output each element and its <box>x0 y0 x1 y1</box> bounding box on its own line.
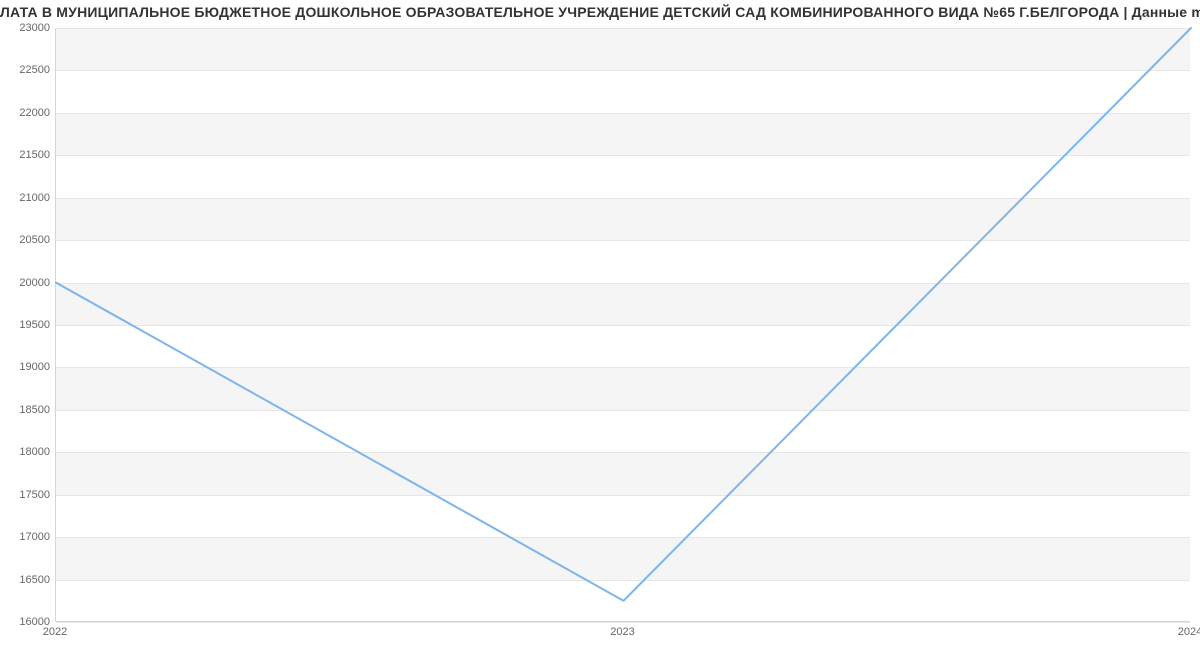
y-axis-tick: 17500 <box>6 489 50 501</box>
y-axis-tick: 19500 <box>6 319 50 331</box>
y-axis-tick: 22500 <box>6 64 50 76</box>
y-axis-tick: 21500 <box>6 149 50 161</box>
y-axis-tick: 17000 <box>6 531 50 543</box>
y-axis-tick: 21000 <box>6 192 50 204</box>
y-axis-tick: 22000 <box>6 107 50 119</box>
y-axis-tick: 20000 <box>6 277 50 289</box>
y-axis-tick: 20500 <box>6 234 50 246</box>
x-axis-tick: 2022 <box>43 626 67 638</box>
y-axis-tick: 23000 <box>6 22 50 34</box>
x-axis-tick: 2024 <box>1178 626 1200 638</box>
x-axis-tick: 2023 <box>610 626 634 638</box>
chart-title: ЛАТА В МУНИЦИПАЛЬНОЕ БЮДЖЕТНОЕ ДОШКОЛЬНО… <box>0 4 1200 20</box>
line-series <box>56 28 1190 621</box>
data-line <box>56 28 1191 601</box>
plot-area <box>55 28 1190 622</box>
y-axis-tick: 16500 <box>6 574 50 586</box>
y-axis-tick: 19000 <box>6 361 50 373</box>
y-axis-tick: 18500 <box>6 404 50 416</box>
y-axis-tick: 18000 <box>6 446 50 458</box>
grid-line <box>56 622 1190 623</box>
chart-container: ЛАТА В МУНИЦИПАЛЬНОЕ БЮДЖЕТНОЕ ДОШКОЛЬНО… <box>0 0 1200 650</box>
